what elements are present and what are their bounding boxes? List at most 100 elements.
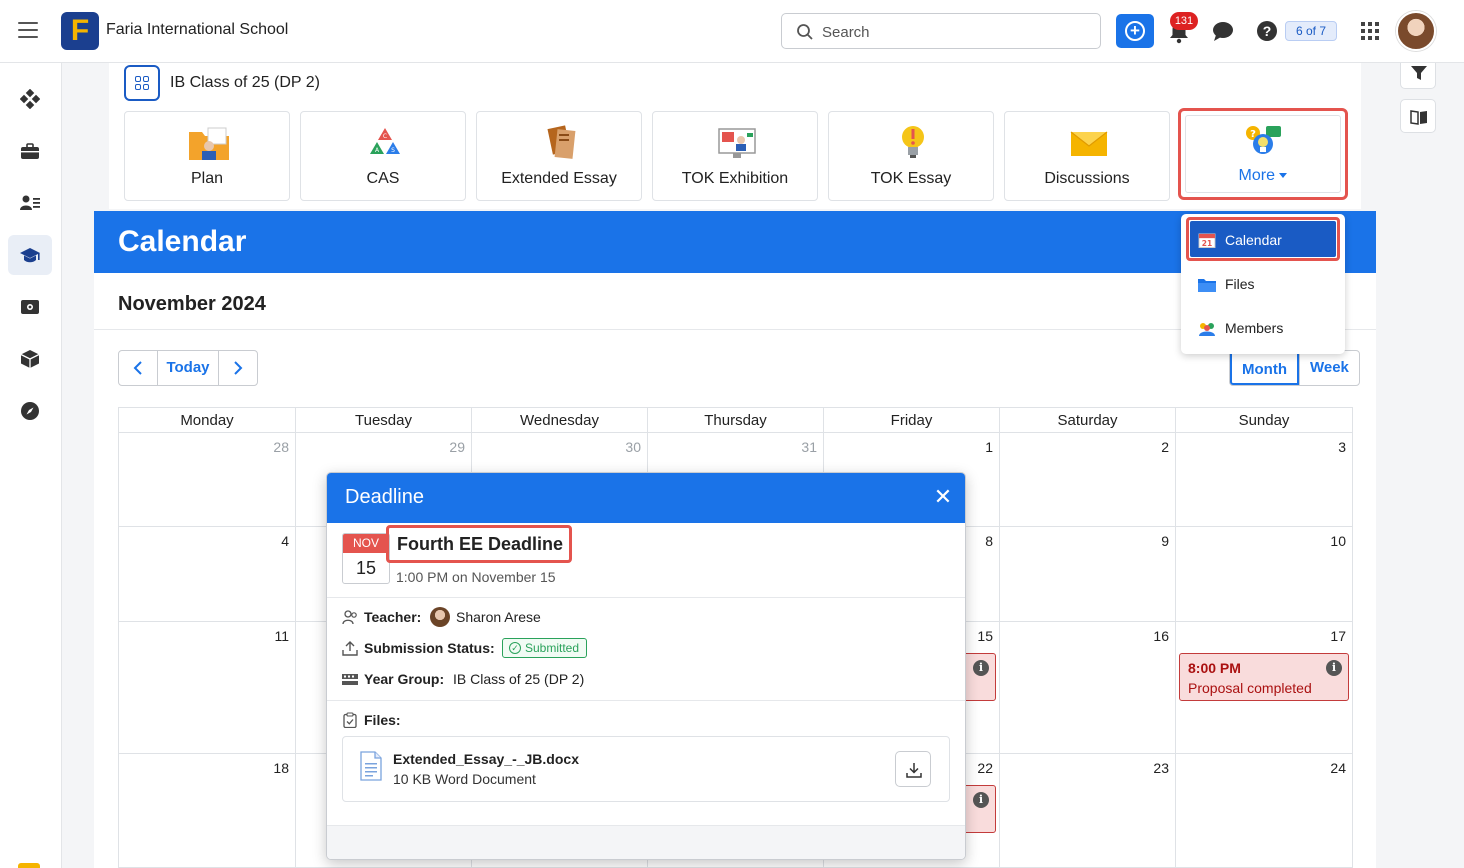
date-badge: NOV 15 <box>342 533 390 584</box>
weekday-header: Friday <box>824 407 1000 433</box>
event-title: Proposal completed <box>1188 680 1312 696</box>
day-number: 8 <box>985 533 993 549</box>
day-cell[interactable]: 9 <box>1000 527 1176 622</box>
guide-button[interactable] <box>1400 99 1436 133</box>
day-cell[interactable]: 2 <box>1000 433 1176 527</box>
info-icon[interactable]: i <box>1326 660 1342 676</box>
class-grid-icon[interactable] <box>124 65 160 101</box>
plan-folder-icon <box>189 127 229 160</box>
school-name: Faria International School <box>106 21 289 38</box>
search-placeholder: Search <box>822 24 870 41</box>
tile-more[interactable]: ? More <box>1178 108 1348 200</box>
menu-item-calendar[interactable]: 21 Calendar <box>1186 217 1340 261</box>
event-datetime: 1:00 PM on November 15 <box>396 569 556 585</box>
day-cell[interactable]: 11 <box>119 622 296 754</box>
tile-label: Plan <box>190 170 224 187</box>
add-button[interactable]: + <box>1116 14 1154 48</box>
day-cell[interactable]: 10 <box>1176 527 1353 622</box>
caret-down-icon <box>1279 173 1288 179</box>
date-badge-month: NOV <box>343 534 389 553</box>
day-cell[interactable]: 23 <box>1000 754 1176 868</box>
messages-icon[interactable] <box>1211 20 1235 42</box>
calendar-event[interactable]: 8:00 PM Proposal completed i <box>1179 653 1349 701</box>
file-attachment[interactable]: Extended_Essay_-_JB.docx 10 KB Word Docu… <box>342 736 950 802</box>
weekday-header: Thursday <box>648 407 824 433</box>
briefcase-icon <box>21 143 39 159</box>
cas-triangle-icon: CA S <box>370 128 400 154</box>
lightbulb-alert-icon <box>902 126 924 158</box>
day-cell[interactable]: 28 <box>119 433 296 527</box>
day-number: 1 <box>985 439 993 455</box>
day-cell[interactable]: 24 <box>1176 754 1353 868</box>
today-button[interactable]: Today <box>157 351 219 385</box>
left-sidebar <box>0 63 62 868</box>
submission-status-label: Submission Status: <box>364 640 495 656</box>
menu-item-files[interactable]: Files <box>1181 262 1345 306</box>
plus-icon: + <box>1125 21 1145 41</box>
tile-plan[interactable]: Plan <box>124 111 290 201</box>
tile-tok-essay[interactable]: TOK Essay <box>828 111 994 201</box>
sidebar-item-packages[interactable] <box>8 339 52 379</box>
year-group-row: Year Group: IB Class of 25 (DP 2) <box>342 669 642 689</box>
exhibition-screen-icon <box>718 128 756 158</box>
day-cell[interactable]: 4 <box>119 527 296 622</box>
school-logo[interactable]: F <box>61 12 99 50</box>
sidebar-item-explore[interactable] <box>8 391 52 431</box>
sidebar-item-library[interactable] <box>8 287 52 327</box>
day-number: 4 <box>281 533 289 549</box>
teacher-row: Teacher: Sharon Arese <box>342 607 642 627</box>
more-dropdown-menu: 21 Calendar Files Members <box>1181 214 1345 354</box>
event-name-highlight: Fourth EE Deadline <box>386 525 572 563</box>
day-number: 2 <box>1161 439 1169 455</box>
folder-icon <box>1198 279 1216 292</box>
day-cell[interactable]: 18 <box>119 754 296 868</box>
event-time: 8:00 PM <box>1188 660 1241 676</box>
calendar-icon: 21 <box>1198 233 1216 248</box>
search-input[interactable]: Search <box>781 13 1101 49</box>
close-icon[interactable]: ✕ <box>933 485 953 509</box>
download-icon <box>906 763 922 778</box>
members-icon <box>1199 323 1215 336</box>
weekday-header: Saturday <box>1000 407 1176 433</box>
help-icon[interactable]: ? <box>1257 21 1277 41</box>
people-list-icon <box>20 195 40 210</box>
day-number: 24 <box>1330 760 1346 776</box>
open-book-icon <box>1410 110 1427 125</box>
download-button[interactable] <box>895 751 931 787</box>
tile-extended-essay[interactable]: Extended Essay <box>476 111 642 201</box>
day-cell[interactable]: 16 <box>1000 622 1176 754</box>
essay-documents-icon <box>547 125 576 159</box>
svg-text:C: C <box>383 133 387 140</box>
sidebar-item-people[interactable] <box>8 183 52 223</box>
tile-cas[interactable]: CAS CAS <box>300 111 466 201</box>
previous-month-button[interactable] <box>119 351 157 385</box>
day-number: 29 <box>449 439 465 455</box>
tile-label: CAS <box>366 170 400 187</box>
day-number: 10 <box>1330 533 1346 549</box>
sidebar-item-academics[interactable] <box>8 235 52 275</box>
sidebar-item-briefcase[interactable] <box>8 131 52 171</box>
submission-status-row: Submission Status: ✓ Submitted <box>342 638 642 658</box>
month-view-button[interactable]: Month <box>1230 351 1299 385</box>
info-icon[interactable]: i <box>973 660 989 676</box>
hamburger-menu-icon[interactable] <box>18 22 38 40</box>
help-progress-badge[interactable]: 6 of 7 <box>1285 21 1337 41</box>
clipboard-check-icon <box>343 712 357 728</box>
apps-grid-icon[interactable] <box>1361 22 1379 40</box>
menu-item-members[interactable]: Members <box>1181 306 1345 350</box>
info-icon[interactable]: i <box>973 792 989 808</box>
file-name[interactable]: Extended_Essay_-_JB.docx <box>393 751 579 767</box>
tile-tok-exhibition[interactable]: TOK Exhibition <box>652 111 818 201</box>
week-view-button[interactable]: Week <box>1298 351 1359 385</box>
next-month-button[interactable] <box>219 351 257 385</box>
dashboard-icon <box>20 89 40 109</box>
tile-discussions[interactable]: Discussions <box>1004 111 1170 201</box>
year-group-icon <box>342 674 358 685</box>
file-meta: 10 KB Word Document <box>393 771 536 787</box>
menu-item-label: Members <box>1225 320 1284 336</box>
day-cell[interactable]: 3 <box>1176 433 1353 527</box>
teacher-name[interactable]: Sharon Arese <box>456 609 541 625</box>
date-navigation: Today <box>118 350 258 386</box>
user-avatar[interactable] <box>1396 11 1436 51</box>
sidebar-item-dashboard[interactable] <box>8 79 52 119</box>
